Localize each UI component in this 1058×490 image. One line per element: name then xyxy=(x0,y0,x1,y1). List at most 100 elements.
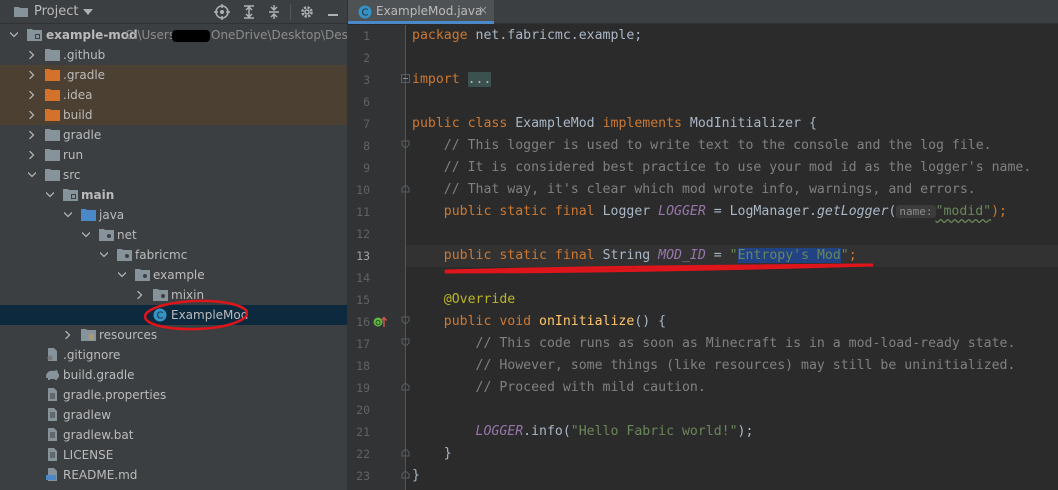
chevron-right-icon[interactable] xyxy=(28,51,36,59)
fold-icon[interactable] xyxy=(401,338,410,347)
tree-item-examplemod[interactable]: C ExampleMod xyxy=(0,305,347,325)
code-field: MOD_ID xyxy=(658,248,706,263)
tree-item-gitignore[interactable]: .gitignore xyxy=(0,345,347,365)
chevron-down-icon[interactable] xyxy=(118,271,126,279)
tree-item-gradlew[interactable]: gradlew xyxy=(0,405,347,425)
project-panel-title[interactable]: Project xyxy=(34,4,78,19)
fold-icon[interactable] xyxy=(401,448,410,457)
tree-item-github[interactable]: .github xyxy=(0,45,347,65)
code-keyword: public void xyxy=(412,314,532,329)
code-string: " xyxy=(729,248,738,263)
chevron-down-icon[interactable] xyxy=(83,9,93,15)
fold-icon[interactable] xyxy=(401,316,410,325)
code-keyword: package xyxy=(412,28,468,43)
tree-item-gradlew-bat[interactable]: gradlew.bat xyxy=(0,425,347,445)
code-string: "modid" xyxy=(935,204,992,219)
target-icon[interactable] xyxy=(214,4,230,20)
module-path-rest: OneDrive\Desktop\Deskto xyxy=(211,28,348,42)
tree-item-label: build xyxy=(63,108,93,122)
collapse-all-icon[interactable] xyxy=(266,4,282,20)
redaction-block xyxy=(172,30,210,42)
tree-item-gradle-properties[interactable]: gradle.properties xyxy=(0,385,347,405)
tree-item-resources[interactable]: resources xyxy=(0,325,347,345)
chevron-down-icon[interactable] xyxy=(10,31,18,39)
tree-item-example[interactable]: example xyxy=(0,265,347,285)
override-gutter-icon[interactable]: O xyxy=(373,316,387,328)
chevron-right-icon[interactable] xyxy=(28,111,36,119)
code-string: " xyxy=(840,248,849,263)
tree-item-mixin[interactable]: mixin xyxy=(0,285,347,305)
tree-item-build-gradle[interactable]: build.gradle xyxy=(0,365,347,385)
text-file-icon xyxy=(48,428,57,441)
chevron-down-icon[interactable] xyxy=(28,171,36,179)
tree-item-net[interactable]: net xyxy=(0,225,347,245)
code-text: Logger xyxy=(594,204,659,219)
fold-icon[interactable] xyxy=(401,74,410,83)
code-field: LOGGER xyxy=(412,424,524,439)
gitignore-file-icon xyxy=(47,348,57,361)
fold-icon[interactable] xyxy=(401,184,410,193)
line-number: 9 xyxy=(363,161,370,175)
tree-item-run[interactable]: run xyxy=(0,145,347,165)
project-panel-header: Project xyxy=(0,0,347,24)
fold-icon[interactable] xyxy=(401,382,410,391)
chevron-right-icon[interactable] xyxy=(28,91,36,99)
line-number: 23 xyxy=(356,469,370,483)
tree-item-label: .gitignore xyxy=(63,348,121,362)
tree-item-label: gradle xyxy=(63,128,102,142)
tree-item-gradle-hidden[interactable]: .gradle xyxy=(0,65,347,85)
tree-item-src[interactable]: src xyxy=(0,165,347,185)
svg-text:C: C xyxy=(157,311,164,322)
tree-item-label: resources xyxy=(99,328,158,342)
expand-all-icon[interactable] xyxy=(241,4,257,20)
code-text: ; xyxy=(848,248,857,263)
code-text: = LogManager. xyxy=(705,204,817,219)
tree-item-license[interactable]: LICENSE xyxy=(0,445,347,465)
tree-item-build[interactable]: build xyxy=(0,105,347,125)
tree-item-label: java xyxy=(99,208,125,222)
close-icon[interactable]: × xyxy=(478,3,488,17)
line-number: 16 xyxy=(356,315,370,329)
code-text: () { xyxy=(634,314,667,329)
chevron-right-icon[interactable] xyxy=(64,331,72,339)
chevron-down-icon[interactable] xyxy=(82,231,90,239)
code-line-1: package net.fabricmc.example; xyxy=(412,25,642,47)
chevron-right-icon[interactable] xyxy=(28,71,36,79)
tree-item-label: gradle.properties xyxy=(63,388,167,402)
chevron-right-icon[interactable] xyxy=(28,131,36,139)
chevron-right-icon[interactable] xyxy=(28,151,36,159)
code-text: .info( xyxy=(523,424,571,439)
tab-examplemod-java[interactable]: C ExampleMod.java × xyxy=(348,0,494,24)
chevron-down-icon[interactable] xyxy=(46,191,54,199)
fold-icon[interactable] xyxy=(401,470,410,479)
chevron-down-icon[interactable] xyxy=(64,211,72,219)
fold-icon[interactable] xyxy=(401,140,410,149)
tree-item-example-mod[interactable]: example-mod C:\Users\ OneDrive\Desktop\D… xyxy=(0,25,347,45)
tree-item-gradle[interactable]: gradle xyxy=(0,125,347,145)
line-number: 20 xyxy=(356,403,370,417)
tree-item-label: example xyxy=(153,268,205,282)
line-number: 14 xyxy=(356,271,370,285)
line-number: 3 xyxy=(363,73,370,87)
chevron-right-icon[interactable] xyxy=(136,291,144,299)
tree-item-main[interactable]: main xyxy=(0,185,347,205)
tree-item-fabricmc[interactable]: fabricmc xyxy=(0,245,347,265)
code-line-15: @Override xyxy=(412,292,516,307)
project-folder-icon xyxy=(14,7,28,17)
folded-imports[interactable]: ... xyxy=(467,72,492,87)
tree-item-java[interactable]: java xyxy=(0,205,347,225)
tree-item-label: main xyxy=(81,188,115,202)
tree-item-idea[interactable]: .idea xyxy=(0,85,347,105)
chevron-down-icon[interactable] xyxy=(100,251,108,259)
code-line-16: public void onInitialize() { xyxy=(412,311,666,333)
minimize-icon[interactable] xyxy=(325,4,341,20)
tree-item-label: .idea xyxy=(63,88,93,102)
line-number: 8 xyxy=(363,139,370,153)
code-string: "Hello Fabric world!" xyxy=(570,424,738,439)
tree-item-readme[interactable]: README.md xyxy=(0,465,347,485)
code-keyword: public static final xyxy=(412,204,595,219)
folder-icon xyxy=(45,49,60,61)
line-number: 15 xyxy=(356,293,370,307)
gear-icon[interactable] xyxy=(299,4,315,20)
selected-text[interactable]: Entropy's Mod xyxy=(737,248,841,263)
